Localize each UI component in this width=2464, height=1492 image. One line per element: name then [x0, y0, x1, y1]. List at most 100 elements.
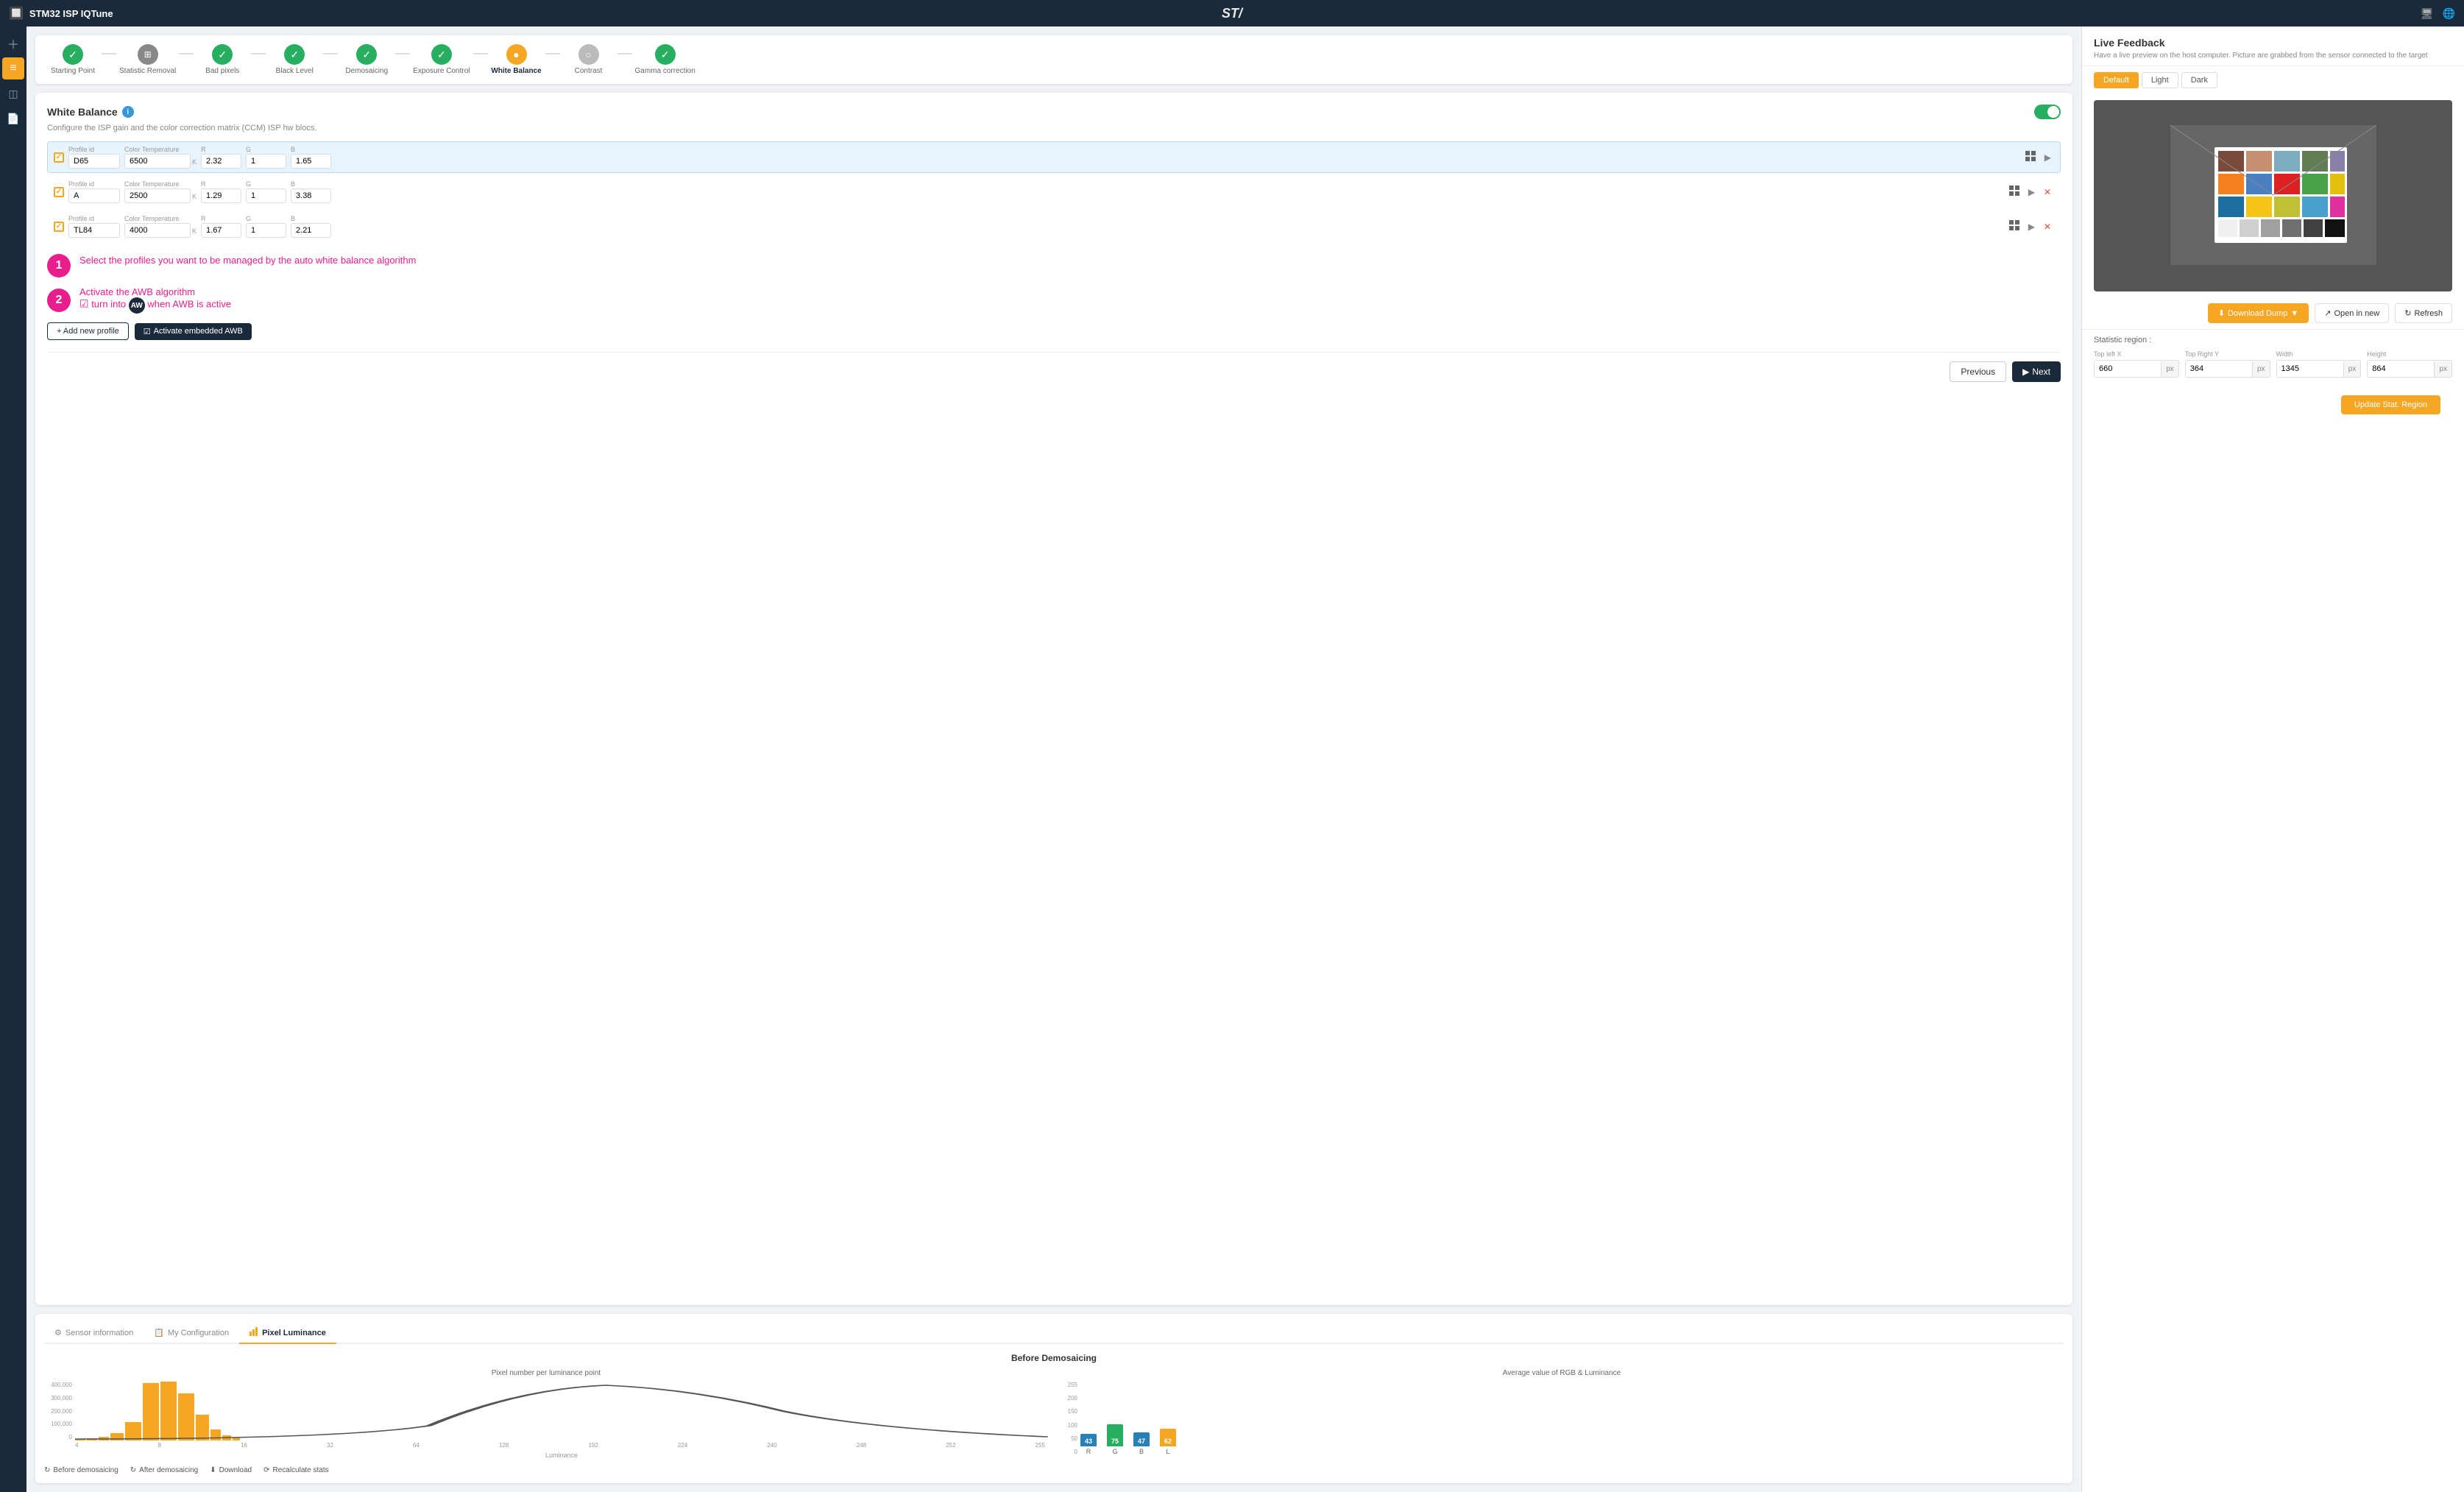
refresh-button[interactable]: ↻ Refresh: [2395, 303, 2452, 323]
profile-play-btn-d65[interactable]: ▶: [2042, 149, 2054, 165]
next-button[interactable]: ▶ Next: [2012, 361, 2061, 382]
profile-id-input-d65[interactable]: [68, 154, 120, 169]
stat-input-top-right-y[interactable]: [2186, 361, 2252, 377]
step-nav: ✓ Starting Point ⊞ Statistic Removal ✓ B…: [35, 35, 2072, 84]
luminance-axis-label: Luminance: [75, 1452, 1048, 1459]
color-checker-svg: [2170, 125, 2376, 265]
profile-r-input-d65[interactable]: [201, 154, 241, 169]
prev-button[interactable]: Previous: [1950, 361, 2006, 382]
globe-icon[interactable]: 🌐: [2443, 7, 2455, 20]
recalculate-label: Recalculate stats: [272, 1466, 328, 1474]
step-black-level[interactable]: ✓ Black Level: [269, 44, 320, 75]
profile-id-input-tl84[interactable]: [68, 223, 120, 238]
profile-g-input-d65[interactable]: [246, 154, 286, 169]
instruction-box-2: 2 Activate the AWB algorithm ☑ turn into…: [47, 286, 2061, 314]
stat-unit-width: px: [2343, 361, 2361, 377]
tab-my-config-label: My Configuration: [168, 1329, 229, 1337]
step-icon-white-balance: ●: [506, 44, 527, 65]
profile-g-input-tl84[interactable]: [246, 223, 286, 238]
bar-group-g: 75 G: [1107, 1424, 1123, 1455]
stat-input-wrap-width: px: [2276, 360, 2362, 378]
app-icon: 🔲: [9, 6, 24, 21]
monitor-icon[interactable]: 🖥: [2421, 7, 2434, 20]
stat-input-width[interactable]: [2277, 361, 2343, 377]
profile-field-id-a: Profile id: [68, 180, 120, 203]
profile-b-input-tl84[interactable]: [291, 223, 331, 238]
activate-awb-button[interactable]: ☑ Activate embedded AWB: [135, 323, 252, 340]
profile-checkbox-a[interactable]: [54, 187, 64, 197]
instruction-2-suffix: when AWB is active: [147, 299, 231, 310]
lf-tab-light[interactable]: Light: [2142, 72, 2178, 88]
update-stat-region-button[interactable]: Update Stat. Region: [2341, 395, 2440, 414]
profile-g-input-a[interactable]: [246, 188, 286, 203]
wb-toggle[interactable]: [2034, 105, 2061, 119]
profile-checkbox-tl84[interactable]: [54, 222, 64, 232]
profile-temp-input-a[interactable]: [124, 188, 191, 203]
hist-bar-11: [233, 1438, 240, 1440]
step-demosaicing[interactable]: ✓ Demosaicing: [341, 44, 392, 75]
step-statistic-removal[interactable]: ⊞ Statistic Removal: [119, 44, 176, 75]
stat-input-top-left-x[interactable]: [2095, 361, 2161, 377]
step-exposure-control[interactable]: ✓ Exposure Control: [413, 44, 470, 75]
profile-delete-btn-tl84[interactable]: ✕: [2041, 219, 2054, 234]
download-dropdown-icon: ▼: [2290, 309, 2298, 318]
instruction-box-1: 1 Select the profiles you want to be man…: [47, 254, 2061, 277]
hist-bars: [75, 1382, 1048, 1440]
open-in-new-button[interactable]: ↗ Open in new: [2315, 303, 2389, 323]
topbar: 🔲 STM32 ISP IQTune ST/ 🖥 🌐: [0, 0, 2464, 26]
tab-pixel-luminance[interactable]: Pixel Luminance: [239, 1323, 336, 1344]
lf-tab-dark[interactable]: Dark: [2181, 72, 2217, 88]
profile-b-input-a[interactable]: [291, 188, 331, 203]
sidebar-item-tune[interactable]: ≡: [2, 57, 24, 79]
bar-b: 47: [1133, 1432, 1150, 1446]
bar-g: 75: [1107, 1424, 1123, 1446]
profile-play-btn-a[interactable]: ▶: [2025, 184, 2038, 199]
profile-delete-btn-a[interactable]: ✕: [2041, 184, 2054, 199]
step-label-white-balance: White Balance: [491, 67, 541, 75]
card-footer: Previous ▶ Next: [47, 352, 2061, 382]
lf-tab-default[interactable]: Default: [2094, 72, 2139, 88]
add-profile-button[interactable]: + Add new profile: [47, 322, 129, 340]
download-dump-button[interactable]: ⬇ Download Dump ▼: [2208, 303, 2309, 323]
bar-chart-icon: [249, 1327, 258, 1338]
step-gamma-correction[interactable]: ✓ Gamma correction: [635, 44, 695, 75]
profile-r-input-a[interactable]: [201, 188, 241, 203]
step-white-balance[interactable]: ● White Balance: [491, 44, 542, 75]
step-starting-point[interactable]: ✓ Starting Point: [47, 44, 99, 75]
profile-temp-input-tl84[interactable]: [124, 223, 191, 238]
step-bad-pixels[interactable]: ✓ Bad pixels: [197, 44, 248, 75]
profile-b-input-d65[interactable]: [291, 154, 331, 169]
profile-r-input-tl84[interactable]: [201, 223, 241, 238]
profile-play-btn-tl84[interactable]: ▶: [2025, 219, 2038, 234]
tab-my-config[interactable]: 📋 My Configuration: [144, 1323, 239, 1344]
hist-y-labels: 400,000 300,000 200,000 100,000 0: [44, 1382, 72, 1440]
instruction-text-1: Select the profiles you want to be manag…: [79, 254, 416, 267]
tab-sensor-info[interactable]: ⚙ Sensor information: [44, 1323, 144, 1344]
profile-id-input-a[interactable]: [68, 188, 120, 203]
sidebar-item-layers[interactable]: ◫: [2, 82, 24, 105]
wb-info-icon[interactable]: i: [122, 106, 134, 118]
profile-grid-btn-d65[interactable]: [2022, 149, 2039, 165]
profile-temp-input-d65[interactable]: [124, 154, 191, 169]
avg-bars: 43 R 75 G 47 B: [1080, 1382, 1176, 1455]
sidebar-item-file[interactable]: 📄: [2, 107, 24, 130]
profile-field-b-a: B: [291, 180, 331, 203]
sidebar-item-add[interactable]: ＋: [2, 32, 24, 54]
wb-card: White Balance i Configure the ISP gain a…: [35, 93, 2072, 1305]
profile-field-temp-tl84: Color Temperature K: [124, 215, 197, 238]
profile-grid-btn-a[interactable]: [2006, 184, 2022, 199]
hist-bar-1: [87, 1438, 97, 1440]
profile-grid-btn-tl84[interactable]: [2006, 219, 2022, 234]
profile-checkbox-d65[interactable]: [54, 152, 64, 163]
stat-field-width: Width px: [2276, 350, 2362, 378]
step-contrast[interactable]: ○ Contrast: [563, 44, 615, 75]
after-demosaicing-btn[interactable]: ↻ After demosaicing: [130, 1466, 198, 1474]
gear-icon: ⚙: [54, 1328, 62, 1337]
recalculate-btn[interactable]: ⟳ Recalculate stats: [263, 1466, 329, 1474]
awb-icon: AW: [129, 297, 145, 314]
stat-input-height[interactable]: [2368, 361, 2434, 377]
live-feedback-title: Live Feedback: [2094, 37, 2452, 49]
download-chart-btn[interactable]: ⬇ Download: [210, 1466, 252, 1474]
app-title: STM32 ISP IQTune: [29, 8, 113, 19]
before-demosaicing-btn[interactable]: ↻ Before demosaicing: [44, 1466, 118, 1474]
